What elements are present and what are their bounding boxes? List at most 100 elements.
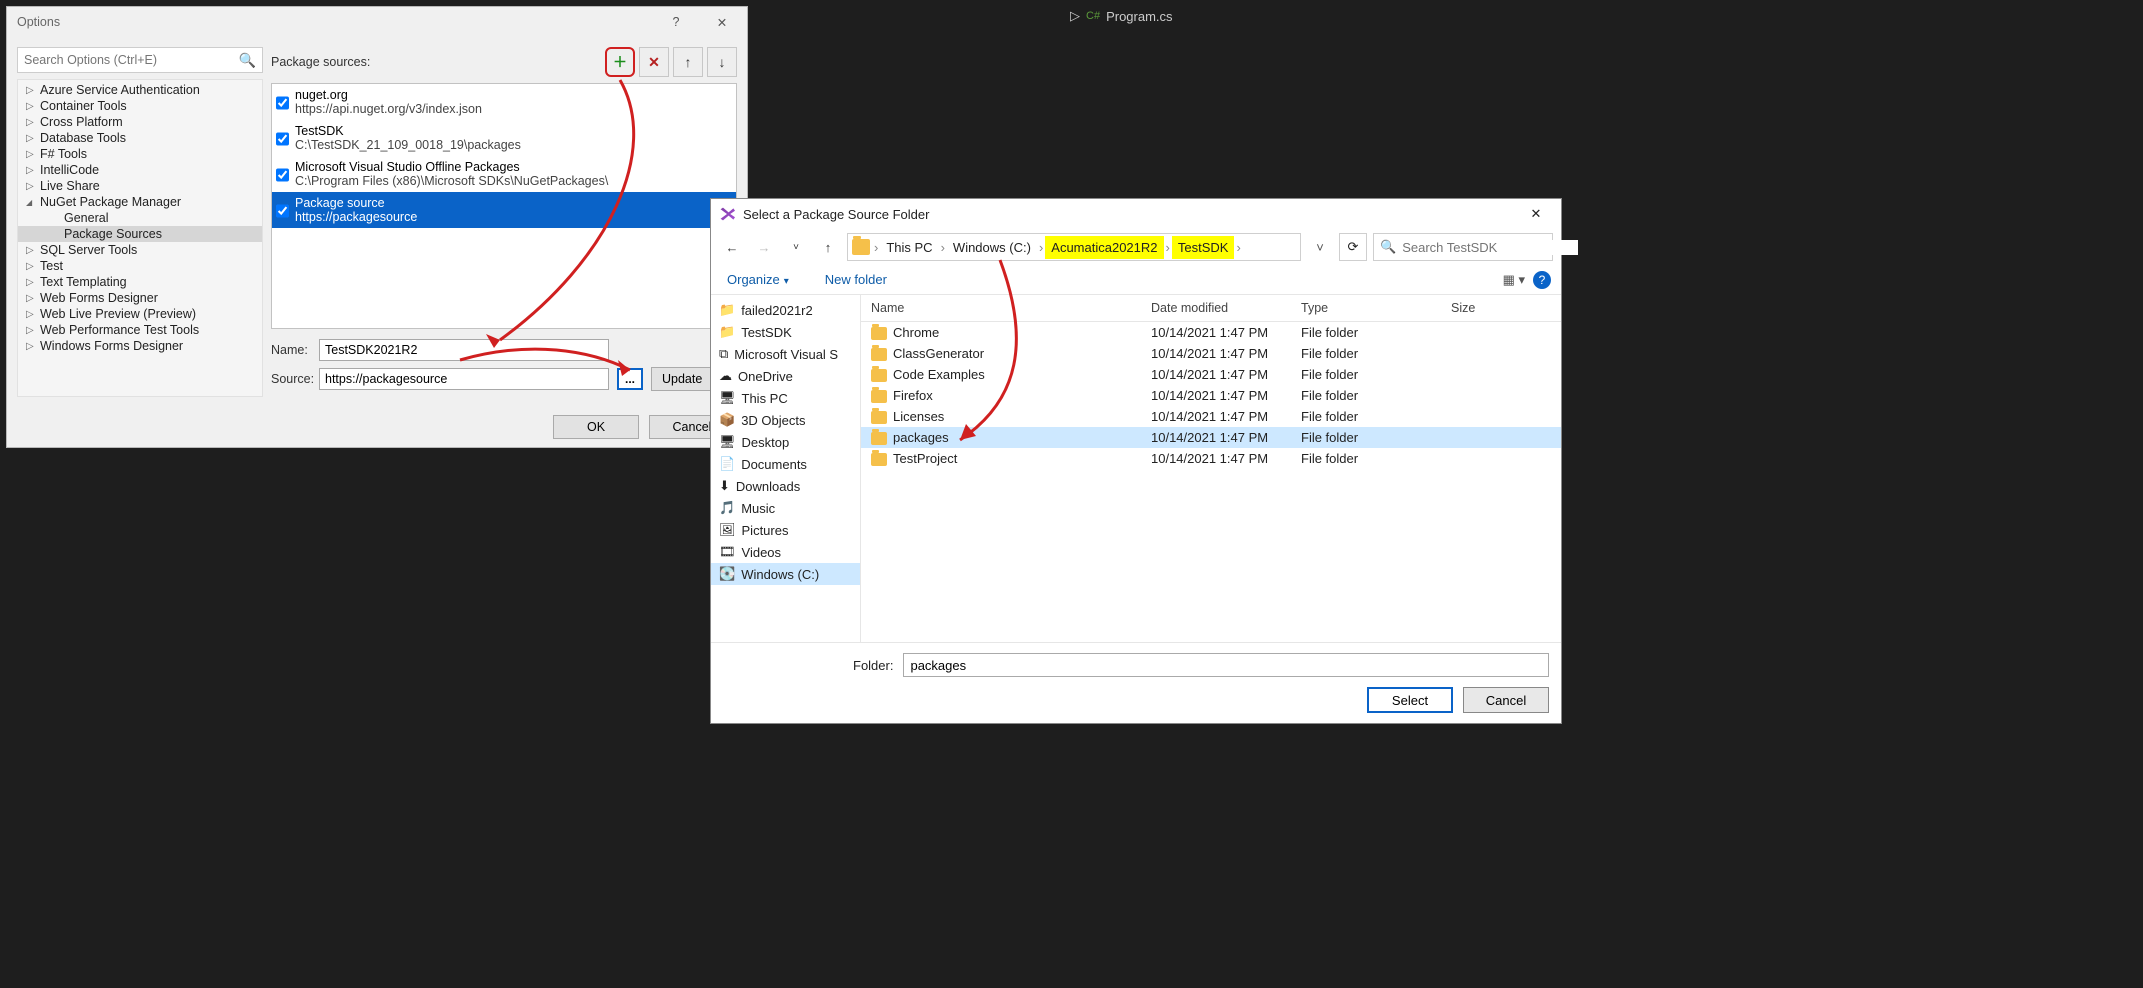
picker-tree-item[interactable]: 🎵Music xyxy=(711,497,860,519)
picker-tree-item[interactable]: 📦3D Objects xyxy=(711,409,860,431)
package-sources-label: Package sources: xyxy=(271,55,370,69)
source-name-input[interactable] xyxy=(319,339,609,361)
tree-item[interactable]: Windows Forms Designer xyxy=(18,338,262,354)
tree-item[interactable]: Text Templating xyxy=(18,274,262,290)
source-checkbox[interactable] xyxy=(276,162,289,188)
picker-tree-item[interactable]: 📁TestSDK xyxy=(711,321,860,343)
picker-tree-item[interactable]: 🖥This PC xyxy=(711,387,860,409)
list-item[interactable]: Firefox 10/14/2021 1:47 PMFile folder xyxy=(861,385,1561,406)
tree-item[interactable]: Database Tools xyxy=(18,130,262,146)
picker-tree-item[interactable]: 🎞Videos xyxy=(711,541,860,563)
tree-item[interactable]: IntelliCode xyxy=(18,162,262,178)
folder-name-input[interactable] xyxy=(903,653,1549,677)
list-item[interactable]: Licenses 10/14/2021 1:47 PMFile folder xyxy=(861,406,1561,427)
tree-item[interactable]: Container Tools xyxy=(18,98,262,114)
pictures-icon: 🖼 xyxy=(719,522,736,538)
source-path-input[interactable] xyxy=(319,368,609,390)
update-button[interactable]: Update xyxy=(651,367,713,391)
list-item[interactable]: Code Examples 10/14/2021 1:47 PMFile fol… xyxy=(861,364,1561,385)
tree-item[interactable]: Web Forms Designer xyxy=(18,290,262,306)
options-tree[interactable]: Azure Service AuthenticationContainer To… xyxy=(17,79,263,397)
chevron-right-icon: › xyxy=(1039,240,1043,255)
picker-close-button[interactable]: ✕ xyxy=(1513,199,1559,229)
browse-button[interactable]: ... xyxy=(617,368,643,390)
picker-tree-item[interactable]: ☁OneDrive xyxy=(711,365,860,387)
nav-up-button[interactable]: ↑ xyxy=(815,234,841,260)
picker-tree-item[interactable]: 📁failed2021r2 xyxy=(711,299,860,321)
breadcrumb[interactable]: › This PC›Windows (C:)›Acumatica2021R2›T… xyxy=(847,233,1301,261)
chevron-right-icon: › xyxy=(874,240,878,255)
list-item[interactable]: ClassGenerator 10/14/2021 1:47 PMFile fo… xyxy=(861,343,1561,364)
tree-item[interactable]: Cross Platform xyxy=(18,114,262,130)
chevron-right-icon: › xyxy=(1166,240,1170,255)
tree-item[interactable]: Live Share xyxy=(18,178,262,194)
list-item[interactable]: Chrome 10/14/2021 1:47 PMFile folder xyxy=(861,322,1561,343)
vs-icon: ⧉ xyxy=(719,346,728,362)
picker-tree-item[interactable]: 🖼Pictures xyxy=(711,519,860,541)
tree-item[interactable]: Azure Service Authentication xyxy=(18,82,262,98)
picker-tree-item[interactable]: ⬇Downloads xyxy=(711,475,860,497)
breadcrumb-dropdown-button[interactable]: ˅ xyxy=(1307,240,1333,255)
vs-icon xyxy=(719,206,735,222)
new-folder-button[interactable]: New folder xyxy=(819,268,893,291)
nav-forward-button[interactable]: → xyxy=(751,234,777,260)
options-title: Options xyxy=(17,15,653,29)
col-date[interactable]: Date modified xyxy=(1151,301,1301,315)
nav-recent-button[interactable]: ˅ xyxy=(783,234,809,260)
source-checkbox[interactable] xyxy=(276,90,289,116)
picker-tree-item[interactable]: ⧉Microsoft Visual S xyxy=(711,343,860,365)
picker-tree-item[interactable]: 🖥Desktop xyxy=(711,431,860,453)
tree-item[interactable]: SQL Server Tools xyxy=(18,242,262,258)
list-item[interactable]: packages 10/14/2021 1:47 PMFile folder xyxy=(861,427,1561,448)
tree-item[interactable]: NuGet Package Manager xyxy=(18,194,262,210)
col-type[interactable]: Type xyxy=(1301,301,1451,315)
picker-search[interactable]: 🔍 xyxy=(1373,233,1553,261)
drive-icon: 💽 xyxy=(719,566,735,582)
move-up-button[interactable]: ↑ xyxy=(673,47,703,77)
breadcrumb-segment[interactable]: Windows (C:) xyxy=(947,236,1037,259)
source-row[interactable]: TestSDKC:\TestSDK_21_109_0018_19\package… xyxy=(272,120,736,156)
picker-tree-item[interactable]: 📄Documents xyxy=(711,453,860,475)
ok-button[interactable]: OK xyxy=(553,415,639,439)
tree-item[interactable]: F# Tools xyxy=(18,146,262,162)
picker-tree-item[interactable]: 💽Windows (C:) xyxy=(711,563,860,585)
source-row[interactable]: Package sourcehttps://packagesource xyxy=(272,192,736,228)
picker-tree[interactable]: 📁failed2021r2📁TestSDK⧉Microsoft Visual S… xyxy=(711,295,861,642)
source-row[interactable]: Microsoft Visual Studio Offline Packages… xyxy=(272,156,736,192)
select-folder-button[interactable]: Select xyxy=(1367,687,1453,713)
nav-back-button[interactable]: ← xyxy=(719,234,745,260)
music-icon: 🎵 xyxy=(719,500,735,516)
col-size[interactable]: Size xyxy=(1451,301,1551,315)
picker-file-list[interactable]: Name Date modified Type Size Chrome 10/1… xyxy=(861,295,1561,642)
organize-menu[interactable]: Organize▾ xyxy=(721,268,795,291)
picker-help-button[interactable]: ? xyxy=(1533,271,1551,289)
pc-icon: 🖥 xyxy=(719,390,736,406)
source-row[interactable]: nuget.orghttps://api.nuget.org/v3/index.… xyxy=(272,84,736,120)
editor-tab[interactable]: ▷ C# Program.cs xyxy=(1070,8,1173,24)
source-checkbox[interactable] xyxy=(276,198,289,224)
breadcrumb-segment[interactable]: TestSDK xyxy=(1172,236,1235,259)
refresh-button[interactable]: ⟳ xyxy=(1339,233,1367,261)
picker-search-input[interactable] xyxy=(1402,240,1578,255)
breadcrumb-segment[interactable]: This PC xyxy=(880,236,938,259)
options-search-input[interactable] xyxy=(24,53,239,67)
package-sources-list[interactable]: nuget.orghttps://api.nuget.org/v3/index.… xyxy=(271,83,737,329)
col-name[interactable]: Name xyxy=(871,301,1151,315)
tree-item[interactable]: Test xyxy=(18,258,262,274)
view-mode-button[interactable]: ▦ ▾ xyxy=(1503,272,1525,288)
picker-title: Select a Package Source Folder xyxy=(743,207,1513,222)
close-button[interactable]: ✕ xyxy=(699,7,745,37)
help-button[interactable]: ? xyxy=(653,7,699,37)
source-checkbox[interactable] xyxy=(276,126,289,152)
remove-source-button[interactable]: ✕ xyxy=(639,47,669,77)
picker-cancel-button[interactable]: Cancel xyxy=(1463,687,1549,713)
breadcrumb-segment[interactable]: Acumatica2021R2 xyxy=(1045,236,1163,259)
list-item[interactable]: TestProject 10/14/2021 1:47 PMFile folde… xyxy=(861,448,1561,469)
move-down-button[interactable]: ↓ xyxy=(707,47,737,77)
tree-item[interactable]: Package Sources xyxy=(18,226,262,242)
tree-item[interactable]: Web Performance Test Tools xyxy=(18,322,262,338)
tree-item[interactable]: General xyxy=(18,210,262,226)
add-source-button[interactable]: ＋ xyxy=(605,47,635,77)
options-search[interactable]: 🔍 xyxy=(17,47,263,73)
tree-item[interactable]: Web Live Preview (Preview) xyxy=(18,306,262,322)
